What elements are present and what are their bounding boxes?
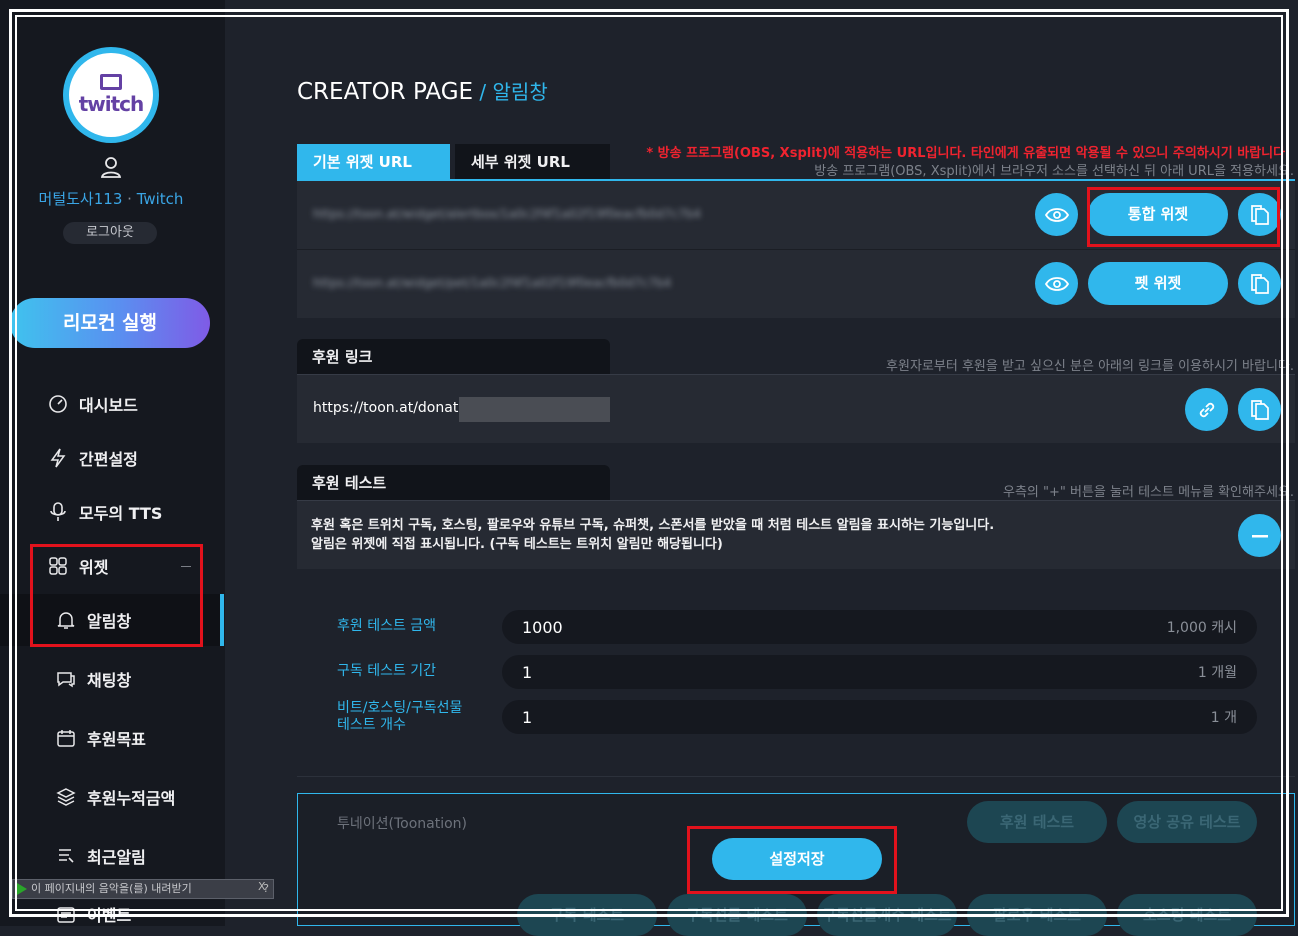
donate-link-header: 후원 링크 — [297, 339, 610, 375]
copy-button[interactable] — [1238, 388, 1281, 431]
twitch-chat-icon — [100, 74, 122, 90]
open-link-button[interactable] — [1185, 388, 1228, 431]
donate-test-hint: 우측의 "+" 버튼을 눌러 테스트 메뉴를 확인해주세요. — [1003, 485, 1294, 500]
bits-count-input[interactable]: 1 1 개 — [502, 700, 1257, 734]
highlight-box-integrated-widget — [1087, 187, 1280, 247]
highlight-box-widget-nav — [30, 544, 203, 647]
tab-detail-widget-url[interactable]: 세부 위젯 URL — [455, 144, 610, 180]
url-hint: 방송 프로그램(OBS, Xsplit)에서 브라우저 소스를 선택하신 뒤 아… — [814, 164, 1294, 179]
copy-icon — [1250, 273, 1269, 294]
sidebar-item-quick-settings[interactable]: 간편설정 — [47, 438, 269, 478]
copy-button[interactable] — [1238, 262, 1281, 305]
minus-icon — [1251, 534, 1268, 538]
logout-button[interactable]: 로그아웃 — [63, 222, 157, 244]
dashboard-icon — [47, 393, 69, 415]
stack-icon — [55, 786, 77, 808]
sub-period-input[interactable]: 1 1 개월 — [502, 655, 1257, 689]
provider-label: 투네이션(Toonation) — [337, 816, 468, 832]
page-title: CREATOR PAGE / 알림창 — [297, 79, 548, 105]
donation-test-button[interactable]: 후원 테스트 — [967, 801, 1107, 843]
twitch-logo: twitch — [63, 47, 159, 143]
sidebar-item-donation-goal[interactable]: 후원목표 — [55, 718, 277, 758]
user-icon — [99, 155, 123, 179]
eye-icon — [1044, 207, 1069, 223]
sidebar-item-event[interactable]: 이벤트 — [55, 894, 277, 934]
lightning-icon — [47, 447, 69, 469]
donate-test-header: 후원 테스트 — [297, 465, 610, 501]
close-icon[interactable]: X — [258, 880, 266, 893]
url-warning: * 방송 프로그램(OBS, Xsplit)에 적용하는 URL입니다. 타인에… — [646, 146, 1290, 161]
highlight-box-save — [687, 826, 897, 894]
bits-count-label: 비트/호스팅/구독선물 테스트 개수 — [337, 700, 463, 733]
microphone-icon — [47, 501, 69, 523]
pet-widget-button[interactable]: 펫 위젯 — [1088, 262, 1228, 305]
link-icon — [1196, 399, 1218, 421]
user-name: 머털도사113 · Twitch — [38, 190, 184, 208]
tab-basic-widget-url[interactable]: 기본 위젯 URL — [297, 144, 450, 180]
sub-gift-test-button[interactable]: 구독선물 테스트 — [667, 894, 807, 936]
sidebar-item-recent-alerts[interactable]: 최근알림 — [55, 836, 277, 876]
test-amount-label: 후원 테스트 금액 — [337, 618, 437, 634]
donate-test-description: 후원 혹은 트위치 구독, 호스팅, 팔로우와 유튜브 구독, 슈퍼챗, 스폰서… — [311, 518, 995, 552]
sidebar-item-chat[interactable]: 채팅창 — [55, 659, 277, 699]
chat-icon — [55, 668, 77, 690]
event-icon — [55, 903, 77, 925]
donate-link-hint: 후원자로부터 후원을 받고 싶으신 분은 아래의 링크를 이용하시기 바랍니다. — [886, 359, 1294, 374]
masked-user-id — [459, 397, 610, 422]
copy-icon — [1250, 399, 1269, 420]
test-amount-input[interactable]: 1000 1,000 캐시 — [502, 610, 1257, 644]
widget-url-text[interactable]: https://toon.at/widget/alertbox/1a0c2f4f… — [313, 207, 701, 221]
sidebar-item-donation-total[interactable]: 후원누적금액 — [55, 777, 277, 817]
donate-url[interactable]: https://toon.at/donate/ — [313, 400, 472, 416]
hosting-test-button[interactable]: 호스팅 테스트 — [1117, 894, 1257, 936]
sidebar-item-dashboard[interactable]: 대시보드 — [47, 384, 269, 424]
breadcrumb: 알림창 — [492, 80, 548, 104]
music-download-bar[interactable]: 이 페이지내의 음악을(를) 내려받기 ? — [12, 879, 274, 899]
sidebar: twitch 머털도사113 · Twitch 로그아웃 리모컨 실행 대시보드… — [0, 0, 225, 926]
remote-control-button[interactable]: 리모컨 실행 — [10, 298, 210, 348]
sub-test-button[interactable]: 구독 테스트 — [517, 894, 657, 936]
video-share-test-button[interactable]: 영상 공유 테스트 — [1117, 801, 1257, 843]
collapse-button[interactable] — [1238, 514, 1281, 557]
sidebar-item-tts[interactable]: 모두의 TTS — [47, 492, 269, 532]
preview-button[interactable] — [1035, 262, 1078, 305]
pet-widget-url-text[interactable]: https://toon.at/widget/pet/1a0c2f4f1a02f… — [313, 276, 671, 290]
list-icon — [55, 845, 77, 867]
calendar-icon — [55, 727, 77, 749]
follow-test-button[interactable]: 팔로우 테스트 — [967, 894, 1107, 936]
eye-icon — [1044, 276, 1069, 292]
preview-button[interactable] — [1035, 193, 1078, 236]
play-icon — [17, 883, 27, 895]
sub-period-label: 구독 테스트 기간 — [337, 663, 437, 679]
sub-gift-count-test-button[interactable]: 구독선물개수 테스트 — [817, 894, 957, 936]
